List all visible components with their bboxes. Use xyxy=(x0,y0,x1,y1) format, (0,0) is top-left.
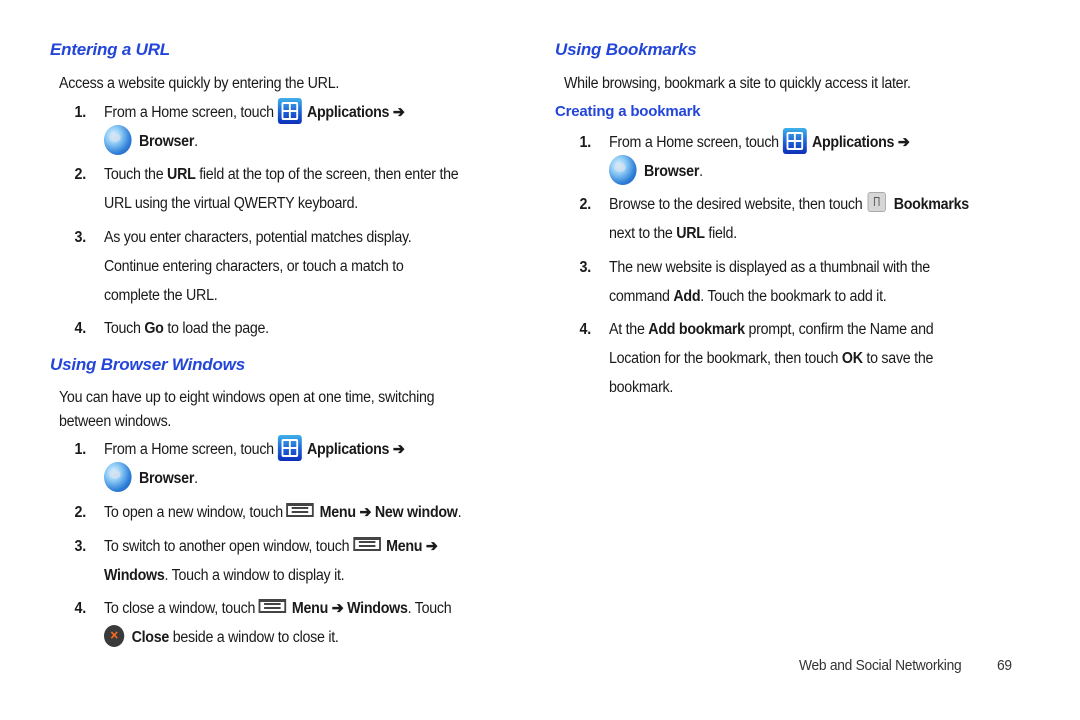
close-icon: × xyxy=(104,624,125,647)
browser-windows-step-2: 2. To open a new window, touch Menu ➔ New… xyxy=(74,502,462,521)
footer-section-title: Web and Social Networking xyxy=(799,657,962,674)
entering-url-step-4: 4. Touch Go to load the page. xyxy=(74,320,270,337)
bookmarks-step-1: 1. From a Home screen, touch Applications… xyxy=(580,127,910,187)
entering-url-step-2: 2. Touch the URL field at the top of the… xyxy=(74,166,459,212)
subheading-creating-bookmark: Creating a bookmark xyxy=(555,103,701,120)
applications-icon xyxy=(277,434,302,461)
entering-url-step-1: 1. From a Home screen, touch Applications… xyxy=(75,97,405,157)
entering-url-step-3: 3. As you enter characters, potential ma… xyxy=(74,229,412,304)
menu-icon xyxy=(258,598,287,613)
page-number: 69 xyxy=(997,657,1012,674)
browser-windows-step-4: 4. To close a window, touch Menu ➔ Window… xyxy=(74,598,452,647)
browser-windows-intro: You can have up to eight windows open at… xyxy=(59,389,435,430)
heading-using-bookmarks: Using Bookmarks xyxy=(555,40,697,59)
menu-icon xyxy=(352,536,381,551)
applications-icon xyxy=(782,127,807,154)
bookmarks-step-4: 4. At the Add bookmark prompt, confirm t… xyxy=(579,321,934,396)
menu-icon xyxy=(286,502,315,517)
bookmark-icon xyxy=(867,191,887,212)
browser-globe-icon xyxy=(104,462,132,492)
bookmarks-step-3: 3. The new website is displayed as a thu… xyxy=(579,259,931,305)
heading-browser-windows: Using Browser Windows xyxy=(50,355,245,374)
bookmarks-step-2: 2. Browse to the desired website, then t… xyxy=(580,190,969,248)
browser-windows-step-3: 3. To switch to another open window, tou… xyxy=(74,536,438,584)
applications-icon xyxy=(277,97,302,124)
browser-globe-icon xyxy=(609,155,637,185)
browser-globe-icon xyxy=(104,125,132,155)
bookmarks-intro: While browsing, bookmark a site to quick… xyxy=(564,75,911,92)
entering-url-intro: Access a website quickly by entering the… xyxy=(59,75,340,92)
heading-entering-url: Entering a URL xyxy=(50,40,170,59)
browser-windows-step-1: 1. From a Home screen, touch Applications… xyxy=(75,434,405,494)
